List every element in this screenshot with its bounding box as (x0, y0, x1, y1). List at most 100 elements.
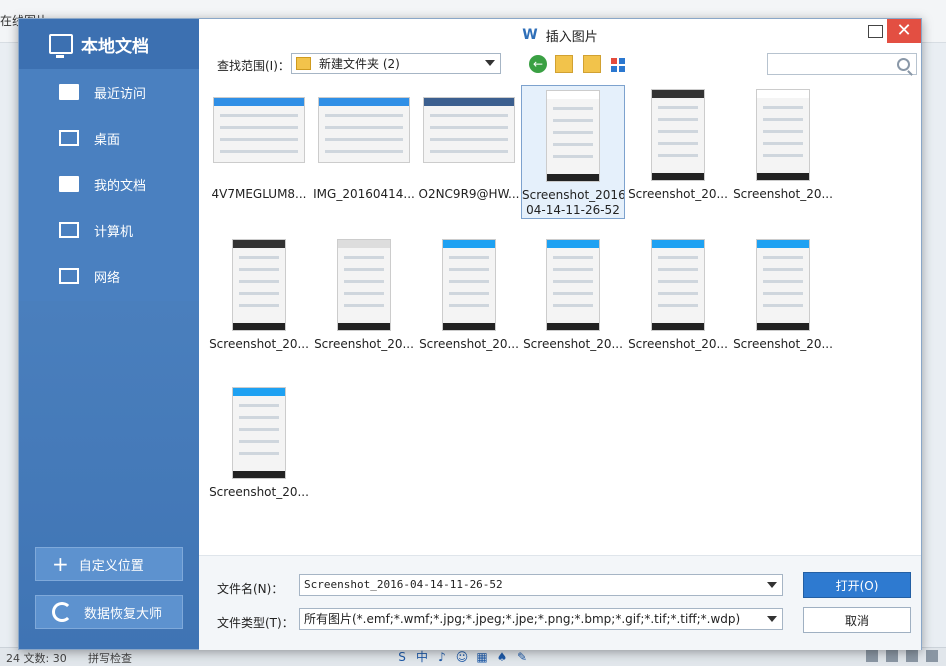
skin-icon[interactable]: ♠ (495, 650, 509, 664)
insert-picture-dialog: 本地文档 最近访问 桌面 我的文档 计算机 网络 + 自定义位置 数据恢复大师 … (18, 18, 922, 650)
file-name: Screenshot_20... (628, 187, 728, 201)
image-thumbnail (651, 239, 705, 331)
image-thumbnail (423, 97, 515, 163)
filetype-value: 所有图片(*.emf;*.wmf;*.jpg;*.jpeg;*.jpe;*.pn… (304, 612, 741, 626)
filename-value: Screenshot_2016-04-14-11-26-52 (304, 578, 503, 591)
image-thumbnail (546, 90, 600, 182)
file-item[interactable]: IMG_20160414... (312, 85, 416, 225)
documents-folder-icon (59, 176, 79, 192)
folder-icon (296, 57, 311, 70)
file-item[interactable]: Screenshot_20... (312, 235, 416, 375)
close-icon: ✕ (896, 20, 912, 41)
file-item[interactable]: O2NC9R9@HW... (417, 85, 521, 225)
sidebar-item-recent[interactable]: 最近访问 (19, 69, 199, 115)
sidebar-item-desktop[interactable]: 桌面 (19, 115, 199, 161)
file-name: Screenshot_20... (733, 337, 833, 351)
sidebar-item-label: 网络 (94, 270, 121, 286)
grid-view-icon (611, 58, 637, 72)
desktop-monitor-icon (59, 130, 79, 146)
sidebar-item-computer[interactable]: 计算机 (19, 207, 199, 253)
dialog-title: 插入图片 (545, 29, 598, 45)
file-item[interactable]: Screenshot_2016-04-14-11-26-52 (521, 85, 625, 219)
sidebar-item-network[interactable]: 网络 (19, 253, 199, 299)
sidebar: 本地文档 最近访问 桌面 我的文档 计算机 网络 + 自定义位置 数据恢复大师 (19, 19, 199, 649)
view-mode-button[interactable] (926, 650, 938, 662)
custom-location-button[interactable]: + 自定义位置 (35, 547, 183, 581)
chinese-mode-icon[interactable]: 中 (415, 650, 429, 664)
image-thumbnail (756, 239, 810, 331)
view-options-button[interactable] (611, 55, 637, 73)
new-folder-button[interactable] (583, 55, 601, 73)
open-button[interactable]: 打开(O) (803, 572, 911, 598)
local-docs-icon (49, 34, 73, 58)
filename-field[interactable]: Screenshot_2016-04-14-11-26-52 (299, 574, 783, 596)
sidebar-item-documents[interactable]: 我的文档 (19, 161, 199, 207)
file-name: Screenshot_20... (419, 337, 519, 351)
current-folder: 新建文件夹 (2) (319, 57, 400, 71)
file-item[interactable]: Screenshot_20... (731, 85, 835, 225)
sidebar-item-label: 计算机 (94, 224, 134, 240)
custom-location-label: 自定义位置 (78, 558, 144, 574)
image-thumbnail (756, 89, 810, 181)
view-mode-button[interactable] (906, 650, 918, 662)
image-thumbnail (232, 239, 286, 331)
look-in-label: 查找范围(I)： (217, 59, 290, 73)
computer-icon (59, 222, 79, 238)
recovery-icon (52, 602, 72, 622)
tools-icon[interactable]: ✎ (515, 650, 529, 664)
data-recovery-button[interactable]: 数据恢复大师 (35, 595, 183, 629)
file-name: Screenshot_20... (733, 187, 833, 201)
file-name: O2NC9R9@HW... (418, 187, 520, 201)
view-mode-buttons (866, 650, 938, 662)
sidebar-header: 本地文档 (19, 19, 199, 69)
file-name: 4V7MEGLUM8... (211, 187, 307, 201)
dialog-titlebar: W 插入图片 (199, 19, 921, 51)
chevron-down-icon (767, 582, 777, 588)
file-name: Screenshot_20... (523, 337, 623, 351)
emoji-icon[interactable]: ☺ (455, 650, 469, 664)
image-thumbnail (651, 89, 705, 181)
file-item[interactable]: Screenshot_20... (417, 235, 521, 375)
dialog-footer: 文件名(N)： Screenshot_2016-04-14-11-26-52 打… (199, 555, 921, 650)
file-item[interactable]: Screenshot_20... (207, 383, 311, 523)
sidebar-nav: 最近访问 桌面 我的文档 计算机 网络 (19, 69, 199, 301)
data-recovery-label: 数据恢复大师 (84, 606, 163, 622)
back-arrow-icon: ← (532, 57, 544, 71)
file-grid: 4V7MEGLUM8... IMG_20160414... O2NC9R9@HW..… (199, 79, 921, 555)
view-mode-button[interactable] (866, 650, 878, 662)
file-item[interactable]: Screenshot_20... (521, 235, 625, 375)
wps-writer-icon: W (522, 27, 538, 43)
file-item[interactable]: Screenshot_20... (626, 235, 730, 375)
punctuation-icon[interactable]: ♪ (435, 650, 449, 664)
sidebar-item-label: 桌面 (94, 132, 121, 148)
search-input[interactable] (767, 53, 917, 75)
file-name: Screenshot_20... (209, 337, 309, 351)
sidebar-item-label: 我的文档 (94, 178, 147, 194)
network-globe-icon (59, 268, 79, 284)
file-item[interactable]: Screenshot_20... (731, 235, 835, 375)
image-thumbnail (337, 239, 391, 331)
keyboard-icon[interactable]: ▦ (475, 650, 489, 664)
recent-folder-icon (59, 84, 79, 100)
close-button[interactable]: ✕ (887, 19, 921, 43)
maximize-button[interactable] (868, 25, 883, 38)
cancel-button[interactable]: 取消 (803, 607, 911, 633)
chevron-down-icon (767, 616, 777, 622)
back-button[interactable]: ← (529, 55, 547, 73)
plus-icon: + (52, 552, 69, 576)
file-name: Screenshot_20... (209, 485, 309, 499)
sidebar-item-label: 最近访问 (94, 86, 147, 102)
file-item[interactable]: Screenshot_20... (626, 85, 730, 225)
up-folder-button[interactable] (555, 55, 573, 73)
look-in-dropdown[interactable]: 新建文件夹 (2) (291, 53, 501, 74)
filename-label: 文件名(N)： (217, 582, 284, 596)
file-item[interactable]: Screenshot_20... (207, 235, 311, 375)
image-thumbnail (546, 239, 600, 331)
image-thumbnail (442, 239, 496, 331)
file-item[interactable]: 4V7MEGLUM8... (207, 85, 311, 225)
sogou-icon[interactable]: S (395, 650, 409, 664)
status-spellcheck: 拼写检查 (88, 652, 132, 665)
image-thumbnail (232, 387, 286, 479)
view-mode-button[interactable] (886, 650, 898, 662)
filetype-dropdown[interactable]: 所有图片(*.emf;*.wmf;*.jpg;*.jpeg;*.jpe;*.pn… (299, 608, 783, 630)
